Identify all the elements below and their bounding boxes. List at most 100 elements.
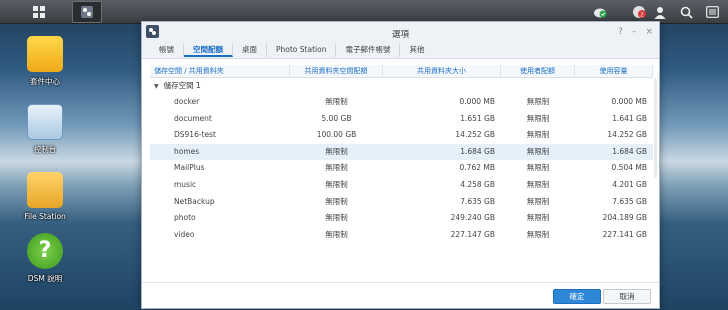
scrollbar[interactable] xyxy=(654,78,657,178)
desktop-icon-label: File Station xyxy=(24,212,66,221)
column-header[interactable]: 使用容量 xyxy=(575,65,653,77)
user-button[interactable] xyxy=(651,3,669,21)
folder-size-cell: 1.684 GB xyxy=(460,146,495,156)
column-header[interactable]: 儲存空間 / 共用資料夾 xyxy=(150,65,290,77)
options-window: 選項 ? – × 帳號 空間配額 桌面 Photo Station 電子郵件帳號… xyxy=(141,21,660,309)
table-row[interactable]: MailPlus 無限制 0.762 MB 無限制 0.504 MB xyxy=(150,160,653,177)
folder-size-cell: 1.651 GB xyxy=(460,113,495,123)
volume-group-row[interactable]: ▼ 儲存空間 1 xyxy=(150,78,653,94)
folder-size-cell: 249.240 GB xyxy=(450,213,495,223)
tab-bar: 帳號 空間配額 桌面 Photo Station 電子郵件帳號 其他 xyxy=(150,43,433,57)
folder-size-cell: 0.762 MB xyxy=(459,163,495,173)
search-icon xyxy=(680,6,693,19)
user-quota-cell: 無限制 xyxy=(526,163,550,173)
table-row[interactable]: docker 無限制 0.000 MB 無限制 0.000 MB xyxy=(150,94,653,111)
used-capacity-cell: 227.141 GB xyxy=(602,229,647,239)
user-quota-cell: 無限制 xyxy=(526,213,550,223)
folder-quota-cell: 100.00 GB xyxy=(316,130,357,140)
cloud-check-icon xyxy=(594,8,607,18)
folder-quota-cell: 無限制 xyxy=(325,97,348,106)
shared-folder-name: photo xyxy=(174,213,196,223)
package-center-icon xyxy=(27,36,63,72)
search-button[interactable] xyxy=(677,3,695,21)
cancel-button[interactable]: 取消 xyxy=(603,289,651,304)
used-capacity-cell: 204.189 GB xyxy=(602,213,647,223)
desktop-icon-package-center[interactable]: 套件中心 xyxy=(16,36,74,87)
shared-folder-name: docker xyxy=(174,97,200,106)
window-footer: 確定 取消 xyxy=(142,282,659,308)
tab-desktop[interactable]: 桌面 xyxy=(233,43,267,57)
folder-size-cell: 14.252 GB xyxy=(455,130,495,140)
folder-quota-cell: 無限制 xyxy=(325,213,348,223)
main-menu-icon xyxy=(33,6,45,18)
desktop-icon-control-panel[interactable]: 控制台 xyxy=(16,104,74,155)
widgets-button[interactable] xyxy=(703,3,721,21)
table-row[interactable]: DS916-test 100.00 GB 14.252 GB 無限制 14.252 GB xyxy=(150,127,653,144)
shared-folder-name: MailPlus xyxy=(174,163,205,173)
folder-quota-cell: 無限制 xyxy=(325,146,348,156)
user-quota-cell: 無限制 xyxy=(526,113,550,123)
folder-quota-cell: 無限制 xyxy=(325,196,348,206)
used-capacity-cell: 14.252 GB xyxy=(607,130,647,140)
column-header[interactable]: 共用資料夾空間配額 xyxy=(290,65,383,77)
window-header: 選項 ? – × 帳號 空間配額 桌面 Photo Station 電子郵件帳號… xyxy=(142,22,659,59)
table-row[interactable]: photo 無限制 249.240 GB 無限制 204.189 GB xyxy=(150,210,653,227)
used-capacity-cell: 0.504 MB xyxy=(611,163,647,173)
tab-email-account[interactable]: 電子郵件帳號 xyxy=(336,43,401,57)
folder-quota-cell: 無限制 xyxy=(325,179,348,189)
table-row[interactable]: document 5.00 GB 1.651 GB 無限制 1.641 GB xyxy=(150,111,653,128)
user-quota-cell: 無限制 xyxy=(526,229,550,239)
tab-quota[interactable]: 空間配額 xyxy=(184,43,233,57)
user-icon xyxy=(654,6,666,19)
user-quota-cell: 無限制 xyxy=(526,179,550,189)
volume-group-label: 儲存空間 1 xyxy=(163,81,201,90)
table-row[interactable]: homes 無限制 1.684 GB 無限制 1.684 GB xyxy=(150,143,653,161)
used-capacity-cell: 0.000 MB xyxy=(611,97,647,106)
desktop-icon-dsm-help[interactable]: ? DSM 說明 xyxy=(16,233,74,284)
desktop-icon-label: DSM 說明 xyxy=(27,274,63,283)
used-capacity-cell: 4.201 GB xyxy=(612,179,647,189)
widgets-icon xyxy=(705,6,719,18)
window-title: 選項 xyxy=(391,30,409,40)
table-row[interactable]: music 無限制 4.258 GB 無限制 4.201 GB xyxy=(150,177,653,194)
tab-account[interactable]: 帳號 xyxy=(150,43,184,57)
table-row[interactable]: NetBackup 無限制 7.635 GB 無限制 7.635 GB xyxy=(150,194,653,211)
shared-folder-name: video xyxy=(174,229,195,239)
column-header[interactable]: 使用者配額 xyxy=(501,65,575,77)
folder-size-cell: 4.258 GB xyxy=(460,179,495,189)
notification-icon: 2 xyxy=(633,6,646,19)
shared-folder-name: homes xyxy=(174,146,200,156)
help-icon: ? xyxy=(27,233,63,269)
minimize-button[interactable]: – xyxy=(632,27,637,37)
folder-quota-cell: 無限制 xyxy=(325,229,348,239)
shared-folder-name: DS916-test xyxy=(174,130,216,140)
folder-size-cell: 7.635 GB xyxy=(460,196,495,206)
quota-table: 儲存空間 / 共用資料夾 共用資料夾空間配額 共用資料夾大小 使用者配額 使用容… xyxy=(150,65,653,243)
security-advisor-button[interactable] xyxy=(591,3,609,21)
used-capacity-cell: 1.684 GB xyxy=(612,146,647,156)
shared-folder-name: NetBackup xyxy=(174,196,215,206)
user-quota-cell: 無限制 xyxy=(526,196,550,206)
table-row[interactable]: video 無限制 227.147 GB 無限制 227.141 GB xyxy=(150,227,653,244)
folder-quota-cell: 無限制 xyxy=(325,163,348,173)
used-capacity-cell: 7.635 GB xyxy=(612,196,647,206)
taskbar-control-panel-button[interactable] xyxy=(72,1,102,23)
table-body: docker 無限制 0.000 MB 無限制 0.000 MB document 5.00… xyxy=(150,94,653,243)
close-button[interactable]: × xyxy=(645,27,653,37)
ok-button[interactable]: 確定 xyxy=(553,289,601,304)
column-header[interactable]: 共用資料夾大小 xyxy=(383,65,501,77)
shared-folder-name: document xyxy=(174,113,212,123)
folder-icon xyxy=(27,172,63,208)
desktop-icon-label: 控制台 xyxy=(33,145,57,154)
help-button[interactable]: ? xyxy=(618,27,623,37)
tab-photo-station[interactable]: Photo Station xyxy=(267,43,337,57)
tab-other[interactable]: 其他 xyxy=(400,43,433,57)
table-header: 儲存空間 / 共用資料夾 共用資料夾空間配額 共用資料夾大小 使用者配額 使用容… xyxy=(150,65,653,78)
collapse-caret-icon[interactable]: ▼ xyxy=(154,79,159,95)
window-controls: ? – × xyxy=(618,27,653,37)
used-capacity-cell: 1.641 GB xyxy=(612,113,647,123)
desktop-icon-file-station[interactable]: File Station xyxy=(16,172,74,221)
main-menu-button[interactable] xyxy=(24,1,54,23)
notifications-button[interactable]: 2 xyxy=(630,3,648,21)
shared-folder-name: music xyxy=(174,179,197,189)
